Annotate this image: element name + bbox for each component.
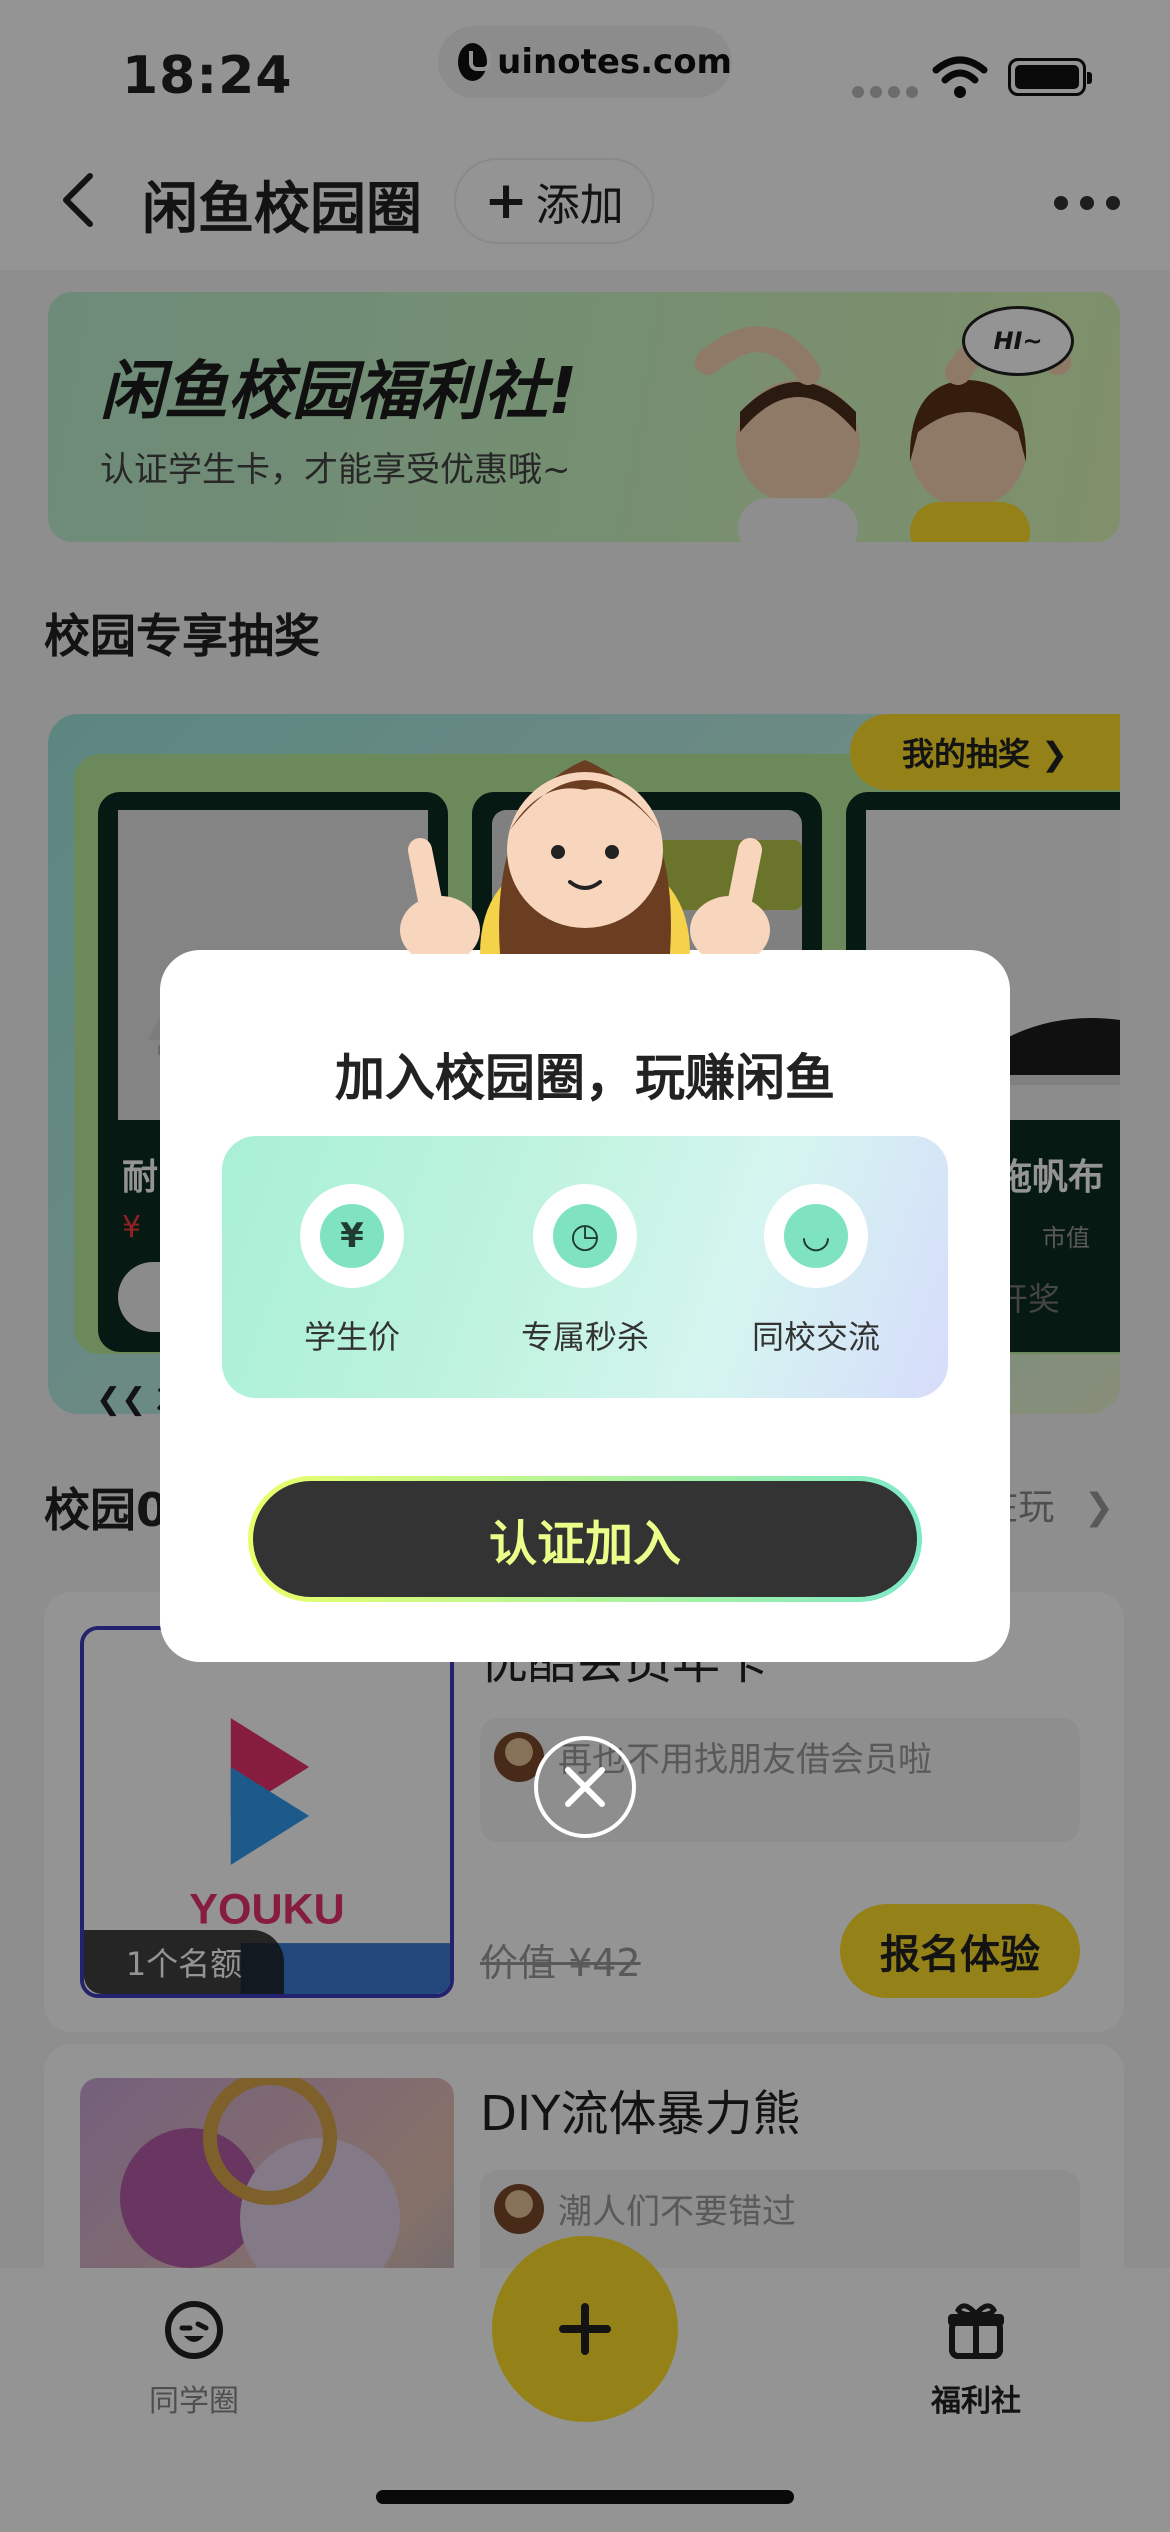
benefit-label: 专属秒杀: [520, 1318, 649, 1356]
benefit-label: 同校交流: [751, 1318, 880, 1356]
benefit-label: 学生价: [303, 1318, 400, 1356]
close-modal-button[interactable]: [534, 1736, 636, 1838]
benefits-panel: ¥ 学生价 ◷ 专属秒杀 ◡ 同校交流: [222, 1136, 948, 1398]
yen-icon: ¥: [300, 1184, 404, 1288]
benefit-student-price: ¥ 学生价: [252, 1184, 452, 1358]
smile-icon: ◡: [764, 1184, 868, 1288]
clock-glyph: ◷: [553, 1204, 617, 1268]
benefit-flash-sale: ◷ 专属秒杀: [485, 1184, 685, 1358]
modal-title: 加入校园圈，玩赚闲鱼: [335, 1049, 835, 1107]
verify-join-label: 认证加入: [253, 1481, 917, 1597]
mascot-girl-illustration: [400, 760, 770, 954]
verify-join-button[interactable]: 认证加入: [248, 1476, 922, 1602]
join-campus-modal: 加入校园圈，玩赚闲鱼 ¥ 学生价 ◷ 专属秒杀 ◡ 同校交流 认证加入: [160, 950, 1010, 1662]
close-icon: [565, 1767, 605, 1807]
yen-glyph: ¥: [320, 1204, 384, 1268]
clock-icon: ◷: [533, 1184, 637, 1288]
smile-glyph: ◡: [784, 1204, 848, 1268]
benefit-campus-chat: ◡ 同校交流: [716, 1184, 916, 1358]
